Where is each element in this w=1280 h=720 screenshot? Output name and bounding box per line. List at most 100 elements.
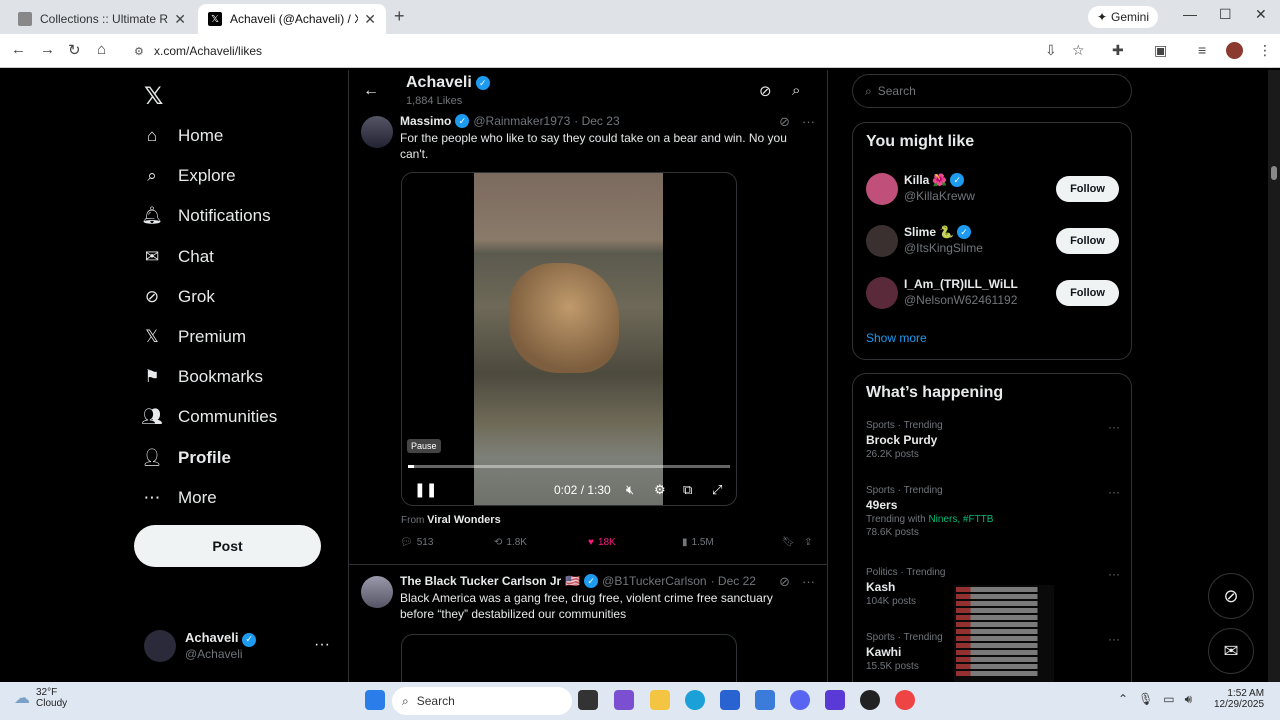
home-icon[interactable]: ⌂ <box>97 41 106 58</box>
search-icon[interactable]: ⌕ <box>792 82 800 99</box>
close-window-icon[interactable]: ✕ <box>1255 6 1267 23</box>
more-dots-icon[interactable]: ··· <box>802 574 815 590</box>
site-info-icon[interactable]: ⚙ <box>134 45 144 58</box>
search-input[interactable]: ⌕ Search <box>852 74 1132 108</box>
minimize-icon[interactable]: — <box>1183 6 1197 22</box>
suggested-user-name[interactable]: Slime 🐍 ✓ <box>904 225 971 239</box>
video-frame[interactable] <box>474 173 663 505</box>
chrome-icon[interactable] <box>895 690 915 710</box>
suggested-user-name[interactable]: I_Am_(TR)ILL_WiLL <box>904 277 1021 291</box>
system-clock[interactable]: 1:52 AM 12/29/2025 <box>1214 688 1264 710</box>
nav-item-grok[interactable]: ⊘ Grok <box>142 279 215 315</box>
source-account-link[interactable]: Viral Wonders <box>427 514 501 526</box>
tweet-date[interactable]: · Dec 22 <box>711 574 756 588</box>
browser-profile-avatar[interactable] <box>1226 42 1243 59</box>
nav-item-bookmarks[interactable]: ⚑ Bookmarks <box>142 359 263 395</box>
nav-item-profile[interactable]: 👤︎ Profile <box>141 440 231 476</box>
avatar[interactable] <box>866 173 898 205</box>
task-view-icon[interactable] <box>578 690 598 710</box>
copilot-icon[interactable] <box>614 690 634 710</box>
taskbar-search[interactable]: ⌕ Search <box>392 687 572 715</box>
install-app-icon[interactable]: ⇩ <box>1045 42 1057 59</box>
author-handle[interactable]: @B1TuckerCarlson <box>602 574 706 588</box>
tweet-media[interactable] <box>401 634 737 682</box>
avatar[interactable] <box>361 576 393 608</box>
trend-item[interactable]: Sports · Trending Brock Purdy 26.2K posts ·… <box>866 420 1120 460</box>
avatar[interactable] <box>866 277 898 309</box>
side-panel-icon[interactable]: ▣ <box>1154 42 1167 59</box>
suggested-user[interactable]: I_Am_(TR)ILL_WiLL @NelsonW62461192 Follow <box>866 277 1120 313</box>
nav-item-premium[interactable]: 𝕏 Premium <box>142 319 246 355</box>
edge-icon[interactable] <box>685 690 705 710</box>
maximize-icon[interactable]: ☐ <box>1219 6 1232 23</box>
account-switcher[interactable]: Achaveli ✓ @Achaveli ··· <box>144 630 340 666</box>
more-dots-icon[interactable]: ··· <box>1108 420 1120 434</box>
network-icon[interactable]: ▭ <box>1163 692 1174 707</box>
close-tab-icon[interactable]: ✕ <box>364 11 376 28</box>
grok-floating-button[interactable]: ⊘ <box>1208 573 1254 619</box>
nav-item-home[interactable]: ⌂ Home <box>142 118 224 154</box>
fullscreen-icon[interactable]: ⤢ <box>712 482 722 498</box>
more-dots-icon[interactable]: ··· <box>1108 567 1120 581</box>
reload-icon[interactable]: ↻ <box>68 41 81 59</box>
grok-icon[interactable]: ⊘ <box>759 82 772 100</box>
video-player[interactable]: Pause ❚❚ 0:02 / 1:30 🔇︎ ⚙ ⧉ ⤢ <box>401 172 737 506</box>
settings-gear-icon[interactable]: ⚙ <box>654 482 666 498</box>
grok-icon[interactable]: ⊘ <box>779 574 790 590</box>
app-icon[interactable] <box>860 690 880 710</box>
nav-item-more[interactable]: ⋯ More <box>142 480 217 516</box>
views-button[interactable]: ▮ 1.5M <box>682 537 714 548</box>
tweet[interactable]: The Black Tucker Carlson Jr 🇺🇸 ✓ @B1Tuck… <box>349 572 827 682</box>
trending-tags[interactable]: Niners, #FTTB <box>928 514 993 525</box>
picture-in-picture-icon[interactable]: ⧉ <box>683 482 692 498</box>
trend-item[interactable]: Sports · Trending 49ers Trending with Nine… <box>866 485 1120 538</box>
follow-button[interactable]: Follow <box>1056 280 1119 306</box>
share-icon[interactable]: ⇪ <box>804 537 812 548</box>
post-button[interactable]: Post <box>134 525 321 567</box>
new-tab-button[interactable]: + <box>394 6 405 27</box>
scrollbar[interactable] <box>1268 70 1280 682</box>
address-bar[interactable]: ⚙ x.com/Achaveli/likes <box>124 38 1024 64</box>
video-progress-bar[interactable] <box>408 465 730 468</box>
menu-kebab-icon[interactable]: ⋮ <box>1258 42 1272 59</box>
x-logo-icon[interactable]: 𝕏 <box>144 82 163 111</box>
star-icon[interactable]: ☆ <box>1072 42 1085 59</box>
suggested-user[interactable]: Killa 🌺 ✓ @KillaKreww Follow <box>866 173 1120 209</box>
suggested-user[interactable]: Slime 🐍 ✓ @ItsKingSlime Follow <box>866 225 1120 261</box>
close-tab-icon[interactable]: ✕ <box>174 11 186 28</box>
media-controls-icon[interactable]: ≡ <box>1198 42 1206 58</box>
more-dots-icon[interactable]: ··· <box>1108 632 1120 646</box>
like-button[interactable]: ♥ 18K <box>588 537 616 548</box>
back-arrow-icon[interactable]: ← <box>11 41 26 58</box>
forward-arrow-icon[interactable]: → <box>40 41 55 58</box>
follow-button[interactable]: Follow <box>1056 176 1119 202</box>
microphone-icon[interactable]: 🎙︎ <box>1138 692 1153 707</box>
more-dots-icon[interactable]: ··· <box>802 114 815 130</box>
windows-start-icon[interactable] <box>365 690 385 710</box>
scrollbar-thumb[interactable] <box>1271 166 1277 180</box>
tweet[interactable]: Massimo ✓ @Rainmaker1973 · Dec 23 ⊘ ··· … <box>349 112 827 564</box>
discord-icon[interactable] <box>790 690 810 710</box>
outlook-icon[interactable] <box>755 690 775 710</box>
follow-button[interactable]: Follow <box>1056 228 1119 254</box>
grok-icon[interactable]: ⊘ <box>779 114 790 130</box>
file-explorer-icon[interactable] <box>650 690 670 710</box>
avatar[interactable] <box>361 116 393 148</box>
nav-item-chat[interactable]: ✉ Chat <box>142 239 214 275</box>
more-dots-icon[interactable]: ··· <box>314 636 330 654</box>
volume-icon[interactable]: 🔊︎ <box>1185 692 1193 707</box>
reply-button[interactable]: 💬︎ 513 <box>400 537 433 548</box>
nav-item-communities[interactable]: 👥︎ Communities <box>141 399 277 435</box>
weather-widget[interactable]: ☁ 32°F Cloudy <box>14 687 67 709</box>
tweet-date[interactable]: · Dec 23 <box>574 114 619 128</box>
author-handle[interactable]: @Rainmaker1973 <box>473 114 570 128</box>
pause-icon[interactable]: ❚❚ <box>414 481 437 498</box>
repost-button[interactable]: ⟲ 1.8K <box>494 537 527 548</box>
messages-floating-button[interactable]: ✉ <box>1208 628 1254 674</box>
app-icon[interactable] <box>825 690 845 710</box>
nav-item-explore[interactable]: ⌕ Explore <box>142 158 235 194</box>
browser-tab-x[interactable]: 𝕏 Achaveli (@Achaveli) / X ✕ <box>198 4 386 34</box>
browser-tab-collections[interactable]: Collections :: Ultimate Rap Leag ✕ <box>8 4 196 34</box>
author-name[interactable]: The Black Tucker Carlson Jr <box>400 574 561 588</box>
bookmark-icon[interactable]: 🔖︎ <box>782 537 795 548</box>
